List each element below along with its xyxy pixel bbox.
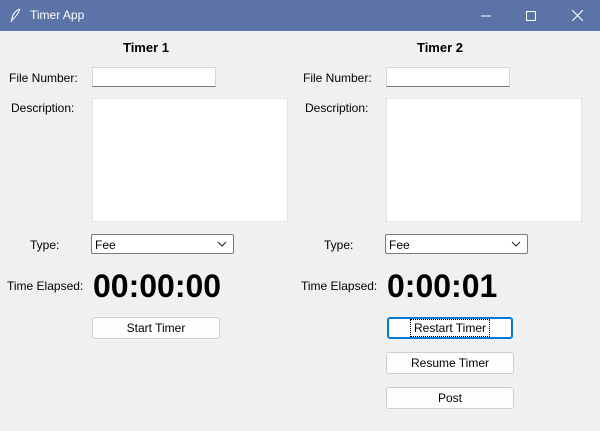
- minimize-button[interactable]: [463, 0, 509, 31]
- timer2-description-textarea[interactable]: [386, 98, 582, 222]
- timer1-type-label: Type:: [30, 238, 60, 252]
- timer1-start-button-label: Start Timer: [126, 321, 186, 335]
- timer1-type-value: Fee: [95, 238, 116, 252]
- timer2-file-number-label: File Number:: [303, 71, 372, 85]
- close-icon: [571, 10, 583, 21]
- timer1-heading: Timer 1: [122, 40, 169, 55]
- timer2-type-label: Type:: [324, 238, 354, 252]
- timer1-description-textarea[interactable]: [92, 98, 288, 222]
- minimize-icon: [481, 15, 491, 16]
- timer2-file-number-input[interactable]: [386, 67, 510, 87]
- chevron-down-icon: [511, 241, 521, 247]
- title-bar[interactable]: Timer App: [0, 0, 600, 31]
- timer2-type-value: Fee: [389, 238, 410, 252]
- timer2-description-label: Description:: [305, 101, 369, 115]
- maximize-button[interactable]: [508, 0, 554, 31]
- timer1-type-select[interactable]: Fee: [91, 234, 234, 254]
- timer2-heading: Timer 2: [416, 40, 463, 55]
- timer2-resume-button[interactable]: Resume Timer: [386, 352, 514, 374]
- window-title: Timer App: [30, 8, 85, 22]
- timer1-clock: 00:00:00: [93, 268, 222, 304]
- timer1-time-elapsed-label: Time Elapsed:: [7, 279, 84, 293]
- timer2-clock: 0:00:01: [387, 268, 498, 304]
- main-content: Timer 1 File Number: Description: Type: …: [0, 31, 600, 431]
- timer1-file-number-input[interactable]: [92, 67, 216, 87]
- feather-icon: [10, 8, 21, 23]
- chevron-down-icon: [217, 241, 227, 247]
- timer2-time-elapsed-label: Time Elapsed:: [301, 279, 378, 293]
- timer2-post-button-label: Post: [437, 391, 462, 405]
- timer1-file-number-label: File Number:: [9, 71, 78, 85]
- timer1-description-label: Description:: [11, 101, 75, 115]
- timer2-post-button[interactable]: Post: [386, 387, 514, 409]
- timer2-resume-button-label: Resume Timer: [410, 356, 490, 370]
- timer2-restart-button-label: Restart Timer: [409, 319, 491, 337]
- timer1-start-button[interactable]: Start Timer: [92, 317, 220, 339]
- close-button[interactable]: [554, 0, 600, 31]
- maximize-icon: [526, 10, 536, 21]
- timer2-type-select[interactable]: Fee: [385, 234, 528, 254]
- timer2-restart-button[interactable]: Restart Timer: [387, 317, 513, 339]
